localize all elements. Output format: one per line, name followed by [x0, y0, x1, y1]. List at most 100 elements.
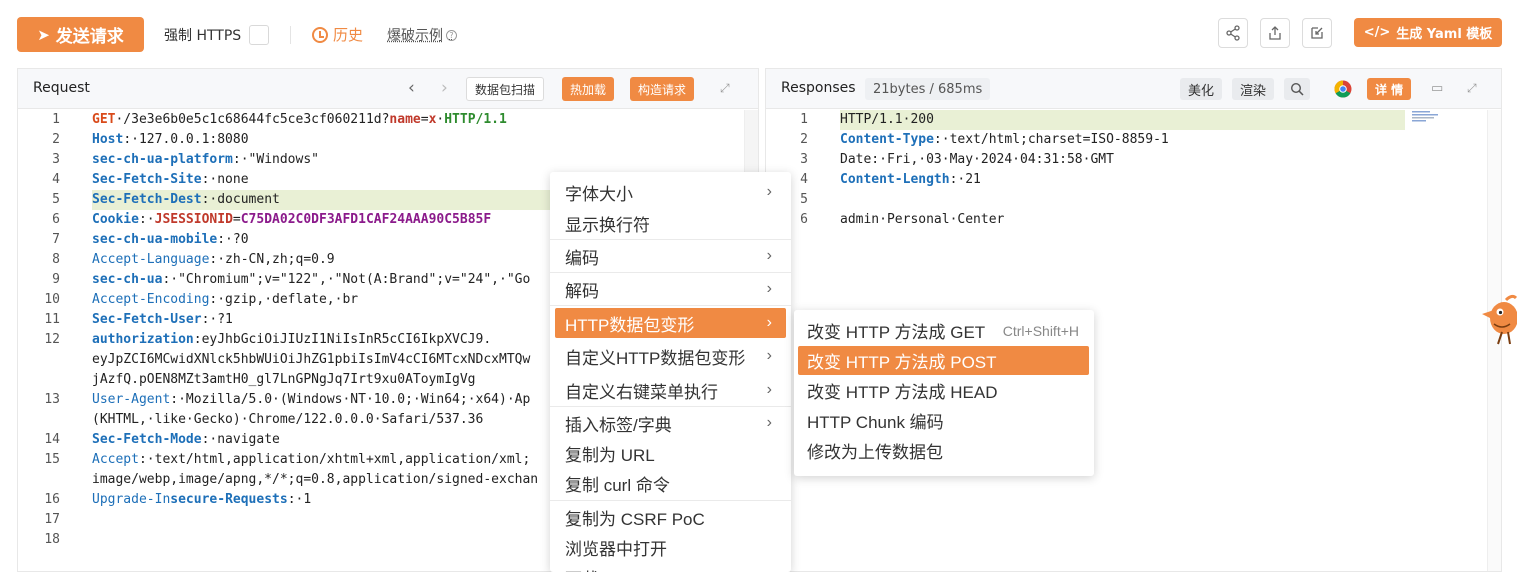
- code-line: 5: [766, 190, 1501, 210]
- detail-button[interactable]: 详 情: [1367, 78, 1412, 100]
- context-menu-item[interactable]: 插入标签/字典 ›: [555, 408, 786, 438]
- token: :·text/html,application/xhtml+xml,applic…: [138, 452, 531, 467]
- submenu-item[interactable]: 改变 HTTP 方法成 POST: [798, 346, 1089, 375]
- line-text: Sec-Fetch-Site:·none: [92, 170, 249, 190]
- share-button[interactable]: [1218, 18, 1248, 48]
- token: Content-Type: [840, 132, 934, 147]
- line-text: Accept-Encoding:·gzip,·deflate,·br: [92, 290, 358, 310]
- export-button[interactable]: [1260, 18, 1290, 48]
- menu-item-label: 复制为 CSRF PoC: [565, 509, 705, 529]
- context-menu-item[interactable]: 自定义右键菜单执行 ›: [555, 375, 786, 405]
- context-menu-item[interactable]: HTTP数据包变形 ›: [555, 308, 786, 338]
- token: :·?1: [201, 312, 233, 327]
- context-menu-item[interactable]: 自定义HTTP数据包变形 ›: [555, 341, 786, 371]
- token: :·zh-CN,zh;q=0.9: [209, 252, 335, 267]
- build-request-button[interactable]: 构造请求: [630, 77, 695, 101]
- context-menu-item[interactable]: 复制为 CSRF PoC: [555, 502, 786, 532]
- submenu-item[interactable]: 改变 HTTP 方法成 HEAD: [798, 376, 1089, 405]
- chrome-icon[interactable]: [1334, 80, 1352, 98]
- line-number: 11: [44, 312, 60, 327]
- chevron-right-icon[interactable]: ›: [441, 78, 448, 98]
- line-number: 4: [52, 172, 60, 187]
- line-text: admin·Personal·Center: [840, 210, 1004, 230]
- menu-item-label: 复制为 URL: [565, 445, 655, 465]
- token: sec-ch-ua: [92, 272, 163, 287]
- edit-icon: [1311, 27, 1323, 39]
- context-menu-item[interactable]: 复制为 URL: [555, 438, 786, 468]
- request-title: Request: [33, 80, 90, 96]
- line-text: sec-ch-ua:·"Chromium";v="122",·"Not(A:Br…: [92, 270, 530, 290]
- token: User-Agent: [92, 392, 171, 407]
- line-number: 16: [44, 492, 60, 507]
- context-menu-item[interactable]: 显示换行符: [555, 208, 786, 238]
- submenu-item-label: 改变 HTTP 方法成 HEAD: [807, 383, 998, 402]
- send-request-button[interactable]: ➤ 发送请求: [17, 17, 144, 52]
- token: Accept: [92, 452, 139, 467]
- line-text: sec-ch-ua-mobile:·?0: [92, 230, 249, 250]
- code-line: 6 admin·Personal·Center: [766, 210, 1501, 230]
- render-button[interactable]: 渲染: [1232, 78, 1275, 100]
- packet-scan-button[interactable]: 数据包扫描: [466, 77, 545, 101]
- expand-icon[interactable]: ⤢: [1467, 81, 1481, 95]
- submenu-item[interactable]: HTTP Chunk 编码: [798, 406, 1089, 435]
- menu-item-label: 插入标签/字典: [565, 415, 672, 435]
- force-https-label: 强制 HTTPS: [164, 28, 242, 44]
- line-text: sec-ch-ua-platform:·"Windows": [92, 150, 319, 170]
- code-line: 4 Content-Length:·21: [766, 170, 1501, 190]
- mascot-image: [1482, 294, 1517, 345]
- share-icon: [1226, 25, 1240, 41]
- line-text: Upgrade-Insecure-Requests:·1: [92, 490, 311, 510]
- code-line: 1 GET·/3e3e6b0e5c1c68644fc5ce3cf060211d?n…: [18, 110, 758, 130]
- search-button[interactable]: [1284, 78, 1310, 100]
- menu-item-label: 自定义右键菜单执行: [565, 382, 718, 402]
- line-number: 2: [52, 132, 60, 147]
- request-header: Request ‹ › 数据包扫描 热加载 构造请求 ⤢: [18, 69, 758, 109]
- token: Content-Length: [840, 172, 950, 187]
- hot-load-button[interactable]: 热加载: [562, 77, 615, 101]
- submenu-item[interactable]: 修改为上传数据包: [798, 436, 1089, 465]
- help-icon: ?: [446, 29, 457, 41]
- edit-button[interactable]: [1302, 18, 1332, 48]
- chevron-left-icon[interactable]: ‹: [408, 78, 415, 98]
- token: sec-ch-ua-platform: [92, 152, 233, 167]
- line-text: HTTP/1.1·200: [840, 110, 934, 130]
- token: HTTP/1.1: [444, 112, 507, 127]
- line-text: Date:·Fri,·03·May·2024·04:31:58·GMT: [840, 150, 1114, 170]
- force-https-checkbox[interactable]: [249, 25, 269, 45]
- line-text: Host:·127.0.0.1:8080: [92, 130, 249, 150]
- history-button[interactable]: 历史: [312, 24, 363, 45]
- search-icon: [1290, 82, 1304, 96]
- token: Accept-Encoding: [92, 292, 210, 307]
- expand-icon[interactable]: ⤢: [720, 81, 734, 95]
- token: (KHTML,·like·Gecko)·Chrome/122.0.0.0·Saf…: [92, 412, 484, 427]
- line-text: Content-Length:·21: [840, 170, 981, 190]
- context-menu-item[interactable]: 下载 Body: [555, 562, 786, 572]
- top-toolbar: ➤ 发送请求 强制 HTTPS 历史 爆破示例 ? </> 生成 Yaml 模板: [0, 0, 1517, 68]
- chevron-right-icon: ›: [766, 347, 772, 364]
- token: sec-ch-ua-mobile: [92, 232, 218, 247]
- line-number: 3: [800, 152, 808, 167]
- context-menu-item[interactable]: 浏览器中打开: [555, 532, 786, 562]
- fuzz-example-link[interactable]: 爆破示例 ?: [387, 25, 457, 45]
- token: admin·Personal·Center: [840, 212, 1005, 227]
- beautify-button[interactable]: 美化: [1180, 78, 1223, 100]
- token: Date:·Fri,·03·May·2024·04:31:58·GMT: [840, 152, 1114, 167]
- submenu-item-label: 改变 HTTP 方法成 GET: [807, 323, 986, 342]
- context-menu-item[interactable]: 编码 ›: [555, 241, 786, 271]
- line-text: Accept:·text/html,application/xhtml+xml,…: [92, 450, 530, 470]
- comment-icon[interactable]: ▭: [1431, 81, 1445, 96]
- context-menu-item[interactable]: 解码 ›: [555, 274, 786, 304]
- code-line: 2 Content-Type:·text/html;charset=ISO-885…: [766, 130, 1501, 150]
- generate-yaml-button[interactable]: </> 生成 Yaml 模板: [1354, 18, 1502, 47]
- line-text: User-Agent:·Mozilla/5.0·(Windows·NT·10.0…: [92, 390, 530, 410]
- line-number: 5: [52, 192, 60, 207]
- submenu-item[interactable]: 改变 HTTP 方法成 GET Ctrl+Shift+H: [798, 316, 1089, 345]
- context-menu-item[interactable]: 字体大小 ›: [555, 177, 786, 207]
- token: :·navigate: [201, 432, 280, 447]
- token: :·document: [201, 192, 280, 207]
- token: eyJpZCI6MCwidXNlck5hbWUiOiJhZG1pbiIsImV4…: [92, 352, 531, 367]
- context-menu-item[interactable]: 复制 curl 命令: [555, 468, 786, 498]
- export-icon: [1269, 26, 1281, 40]
- token: :·"Chromium";v="122",·"Not(A:Brand";v="2…: [162, 272, 531, 287]
- clock-icon: [312, 26, 328, 43]
